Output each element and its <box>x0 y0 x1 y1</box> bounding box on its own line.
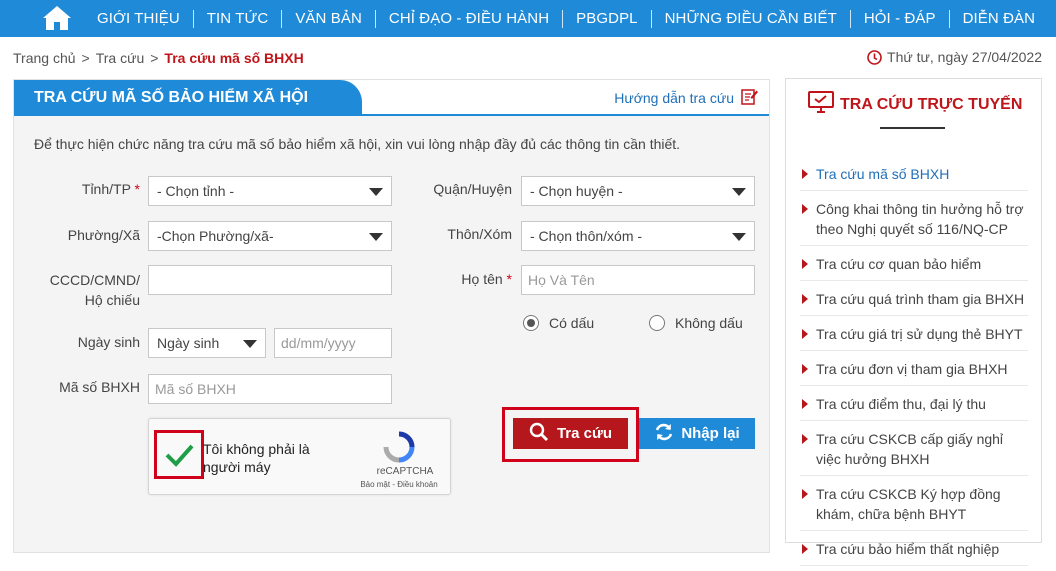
nav-item-chi-dao-dieu-hanh[interactable]: CHỈ ĐẠO - ĐIỀU HÀNH <box>376 10 562 27</box>
guide-link[interactable]: Hướng dẫn tra cứu <box>614 88 759 108</box>
province-select[interactable]: - Chọn tỉnh - <box>148 176 392 206</box>
nav-item-gioi-thieu[interactable]: GIỚI THIỆU <box>84 10 193 27</box>
hamlet-select-value: - Chọn thôn/xóm - <box>530 228 643 244</box>
radio-selected-icon <box>523 315 539 331</box>
ward-select[interactable]: -Chọn Phường/xã- <box>148 221 392 251</box>
breadcrumb-separator: > <box>81 50 90 66</box>
chevron-down-icon <box>243 340 257 348</box>
sidebar-title: TRA CỨU TRỰC TUYẾN <box>808 91 1022 118</box>
district-select[interactable]: - Chọn huyện - <box>521 176 755 206</box>
chevron-down-icon <box>369 188 383 196</box>
intro-text: Để thực hiện chức năng tra cứu mã số bảo… <box>34 136 681 152</box>
sidebar-item-gia-tri-the-bhyt[interactable]: Tra cứu giá trị sử dụng thẻ BHYT <box>800 321 1028 351</box>
home-icon[interactable] <box>42 5 72 31</box>
radio-no-accent[interactable]: Không dấu <box>649 315 743 331</box>
breadcrumb-home[interactable]: Trang chủ <box>13 50 76 66</box>
radio-no-accent-label: Không dấu <box>675 315 743 331</box>
recaptcha-links[interactable]: Bảo mật - Điều khoản <box>359 480 439 489</box>
hamlet-select[interactable]: - Chọn thôn/xóm - <box>521 221 755 251</box>
nav-menu: GIỚI THIỆU TIN TỨC VĂN BẢN CHỈ ĐẠO - ĐIỀ… <box>84 0 1048 37</box>
province-select-value: - Chọn tỉnh - <box>157 183 235 199</box>
dob-type-select[interactable]: Ngày sinh <box>148 328 266 358</box>
bhxh-number-input[interactable]: Mã số BHXH <box>148 374 392 404</box>
sidebar-item-qua-trinh-tham-gia[interactable]: Tra cứu quá trình tham gia BHXH <box>800 286 1028 316</box>
district-label: Quận/Huyện <box>433 181 512 197</box>
nav-item-hoi-dap[interactable]: HỎI - ĐÁP <box>851 10 949 27</box>
breadcrumb-current: Tra cứu mã số BHXH <box>164 50 304 66</box>
required-mark: * <box>506 271 512 287</box>
hamlet-label: Thôn/Xóm <box>447 226 512 242</box>
sidebar-item-don-vi-tham-gia[interactable]: Tra cứu đơn vị tham gia BHXH <box>800 356 1028 386</box>
id-label-line-1: CCCD/CMND/ <box>49 272 140 288</box>
edit-document-icon <box>741 88 759 108</box>
id-label-line-2: Hộ chiếu <box>84 292 140 308</box>
recaptcha-label: Tôi không phải là người máy <box>203 441 310 475</box>
ward-select-value: -Chọn Phường/xã- <box>157 228 274 244</box>
sidebar-item-cong-khai-ho-tro[interactable]: Công khai thông tin hưởng hỗ trợ theo Ng… <box>800 196 1028 246</box>
bhxh-label: Mã số BHXH <box>59 379 140 395</box>
sidebar-list: Tra cứu mã số BHXH Công khai thông tin h… <box>800 161 1028 571</box>
ward-label: Phường/Xã <box>67 227 140 243</box>
province-label-text: Tỉnh/TP <box>81 181 131 197</box>
dob-type-select-value: Ngày sinh <box>157 335 220 351</box>
nav-item-tin-tuc[interactable]: TIN TỨC <box>194 10 282 27</box>
name-label: Họ tên * <box>419 271 512 287</box>
sidebar-item-bao-hiem-that-nghiep[interactable]: Tra cứu bảo hiểm thất nghiệp <box>800 536 1028 566</box>
clock-icon <box>867 49 882 65</box>
radio-with-accent[interactable]: Có dấu <box>523 315 594 331</box>
top-navigation: GIỚI THIỆU TIN TỨC VĂN BẢN CHỈ ĐẠO - ĐIỀ… <box>0 0 1056 37</box>
dob-input[interactable]: dd/mm/yyyy <box>274 328 392 358</box>
reset-button-label: Nhập lại <box>681 425 740 442</box>
id-number-input[interactable] <box>148 265 392 295</box>
panel-header: TRA CỨU MÃ SỐ BẢO HIỂM XÃ HỘI Hướng dẫn … <box>14 80 769 116</box>
nav-item-pbgdpl[interactable]: PBGDPL <box>563 10 650 27</box>
recaptcha-checkbox[interactable] <box>154 430 204 479</box>
monitor-icon <box>808 91 834 118</box>
nav-item-van-ban[interactable]: VĂN BẢN <box>282 10 375 27</box>
refresh-icon <box>654 422 674 446</box>
breadcrumb-parent[interactable]: Tra cứu <box>96 50 145 66</box>
search-button-highlight: Tra cứu <box>502 407 639 462</box>
current-date: Thứ tư, ngày 27/04/2022 <box>867 49 1042 65</box>
recaptcha-logo-icon <box>382 430 416 464</box>
nav-item-dien-dan[interactable]: DIỄN ĐÀN <box>950 10 1048 27</box>
radio-unselected-icon <box>649 315 665 331</box>
breadcrumb-separator: > <box>150 50 159 66</box>
guide-link-label: Hướng dẫn tra cứu <box>614 90 734 106</box>
dob-label: Ngày sinh <box>77 334 140 350</box>
province-label: Tỉnh/TP * <box>54 181 140 197</box>
radio-with-accent-label: Có dấu <box>549 315 595 331</box>
chevron-down-icon <box>732 233 746 241</box>
chevron-down-icon <box>369 233 383 241</box>
sidebar-item-cskcb-giay-nghi[interactable]: Tra cứu CSKCB cấp giấy nghỉ việc hưởng B… <box>800 426 1028 476</box>
reset-button[interactable]: Nhập lại <box>639 418 755 449</box>
search-button[interactable]: Tra cứu <box>513 418 628 449</box>
id-label: CCCD/CMND/ Hộ chiếu <box>44 270 140 310</box>
sidebar-item-co-quan-bao-hiem[interactable]: Tra cứu cơ quan bảo hiểm <box>800 251 1028 281</box>
sidebar-item-diem-thu-dai-ly[interactable]: Tra cứu điểm thu, đại lý thu <box>800 391 1028 421</box>
search-panel: TRA CỨU MÃ SỐ BẢO HIỂM XÃ HỘI Hướng dẫn … <box>13 79 770 553</box>
full-name-input[interactable]: Họ Và Tên <box>521 265 755 295</box>
chevron-down-icon <box>732 188 746 196</box>
sidebar-item-cskcb-hop-dong[interactable]: Tra cứu CSKCB Ký hợp đồng khám, chữa bện… <box>800 481 1028 531</box>
search-button-label: Tra cứu <box>556 425 613 442</box>
date-text: Thứ tư, ngày 27/04/2022 <box>887 49 1042 65</box>
online-lookup-sidebar: TRA CỨU TRỰC TUYẾN Tra cứu mã số BHXH Cô… <box>785 78 1042 566</box>
nav-item-nhung-dieu-can-biet[interactable]: NHỮNG ĐIỀU CẦN BIẾT <box>652 10 850 27</box>
panel-title: TRA CỨU MÃ SỐ BẢO HIỂM XÃ HỘI <box>14 80 362 116</box>
recaptcha-widget: Tôi không phải là người máy reCAPTCHA Bả… <box>148 418 451 495</box>
district-select-value: - Chọn huyện - <box>530 183 623 199</box>
breadcrumb: Trang chủ > Tra cứu > Tra cứu mã số BHXH <box>13 50 304 66</box>
name-label-text: Họ tên <box>461 271 503 287</box>
magnifier-icon <box>529 422 549 446</box>
required-mark: * <box>134 181 140 197</box>
sidebar-item-tra-cuu-ma-so-bhxh[interactable]: Tra cứu mã số BHXH <box>800 161 1028 191</box>
recaptcha-brand: reCAPTCHA <box>376 466 434 477</box>
sidebar-title-text: TRA CỨU TRỰC TUYẾN <box>840 95 1023 113</box>
sidebar-title-underline <box>880 127 945 129</box>
